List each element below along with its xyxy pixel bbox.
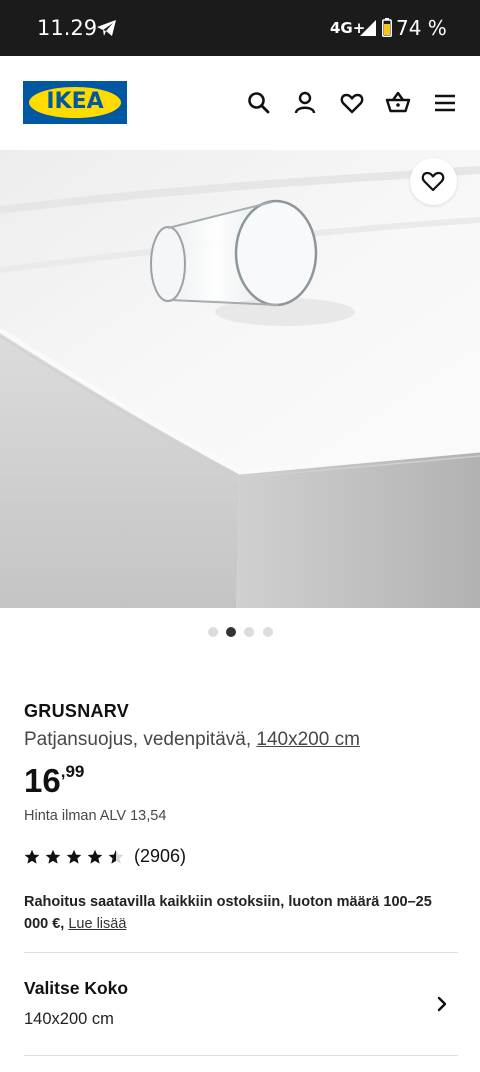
size-selector-title: Valitse Koko: [24, 978, 129, 998]
product-description: Patjansuojus, vedenpitävä, 140x200 cm: [24, 729, 360, 751]
gallery-dot-active[interactable]: [226, 627, 236, 637]
favourites-icon[interactable]: [339, 90, 365, 116]
price-integer: 16: [24, 762, 61, 799]
search-icon[interactable]: [246, 90, 272, 116]
telegram-icon: [97, 20, 116, 36]
size-selector[interactable]: Valitse Koko 140x200 cm: [0, 953, 480, 1055]
financing-info: Rahoitus saatavilla kaikkiin ostoksiin, …: [24, 891, 454, 935]
review-count: (2906): [134, 846, 187, 866]
menu-icon[interactable]: [432, 90, 458, 116]
product-price: 16,99: [24, 762, 84, 800]
product-description-text: Patjansuojus, vedenpitävä,: [24, 729, 252, 750]
site-header: IKEA: [0, 56, 480, 150]
product-image[interactable]: [0, 150, 480, 608]
chevron-right-icon: [437, 996, 447, 1012]
size-selector-value: 140x200 cm: [24, 1010, 114, 1028]
price-decimal: ,99: [60, 762, 85, 781]
basket-icon[interactable]: [385, 90, 411, 116]
ikea-logo[interactable]: IKEA: [23, 81, 127, 124]
price-without-vat: Hinta ilman ALV 13,54: [24, 808, 167, 824]
gallery-dot[interactable]: [263, 627, 273, 637]
mattress-protector-photo: [0, 150, 480, 608]
status-bar: 11.29 4G+ 74 %: [0, 0, 480, 56]
battery-icon: [382, 18, 392, 37]
read-more-link[interactable]: Lue lisää: [68, 916, 126, 932]
gallery-dot[interactable]: [208, 627, 218, 637]
divider: [24, 1055, 458, 1056]
battery-percent: 74 %: [396, 16, 447, 40]
star-full-icon: [24, 849, 40, 864]
star-full-icon: [87, 849, 103, 864]
heart-icon: [421, 171, 445, 192]
product-size-link[interactable]: 140x200 cm: [256, 729, 360, 750]
status-time: 11.29: [37, 16, 98, 40]
gallery-dot[interactable]: [244, 627, 254, 637]
add-to-favourites-button[interactable]: [410, 158, 457, 205]
signal-icon: [360, 20, 376, 36]
product-name: GRUSNARV: [24, 701, 130, 721]
star-full-icon: [66, 849, 82, 864]
star-half-icon: [108, 849, 124, 864]
star-full-icon: [45, 849, 61, 864]
logo-text: IKEA: [46, 89, 104, 114]
account-icon[interactable]: [292, 90, 318, 116]
